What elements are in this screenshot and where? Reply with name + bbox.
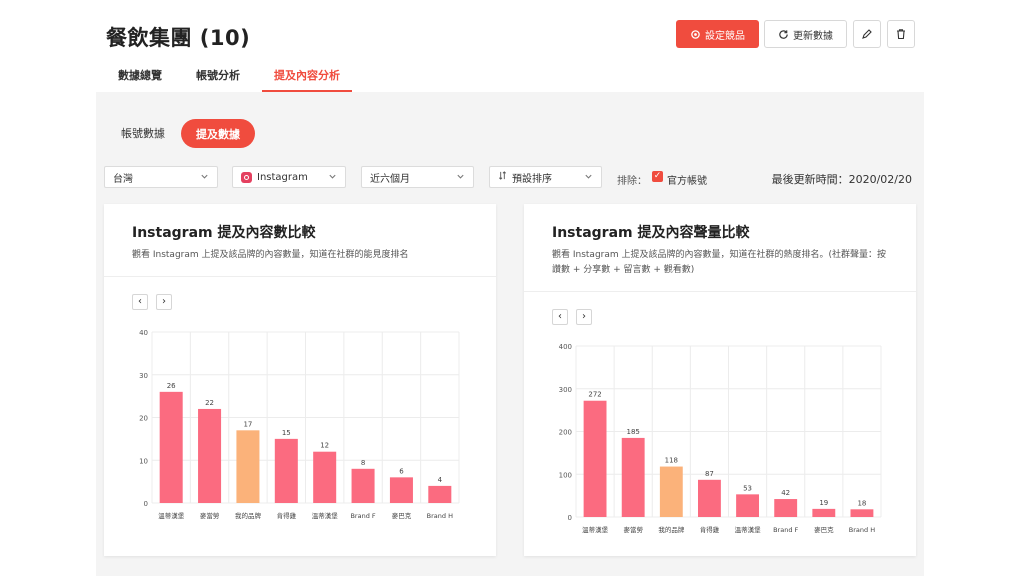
- data-label: 19: [819, 499, 828, 507]
- subtab-account-data[interactable]: 帳號數據: [121, 125, 165, 141]
- sort-icon: [498, 171, 507, 183]
- x-tick-label: Brand F: [350, 512, 375, 520]
- x-tick-label: 我的品牌: [658, 525, 685, 534]
- platform-select[interactable]: Instagram: [232, 166, 346, 188]
- platform-value: Instagram: [257, 171, 308, 183]
- tab-overview[interactable]: 數據總覽: [106, 60, 174, 92]
- y-tick-label: 40: [139, 329, 148, 337]
- x-tick-label: 溫蒂漢堡: [582, 525, 609, 534]
- data-label: 6: [399, 467, 404, 475]
- data-label: 87: [705, 470, 714, 478]
- data-label: 15: [282, 429, 291, 437]
- chevron-down-icon: [456, 172, 465, 184]
- chart-card-mention-count: Instagram 提及內容數比較 觀看 Instagram 上提及該品牌的內容…: [104, 204, 496, 556]
- bar: [698, 479, 721, 517]
- x-tick-label: 溫蒂漢堡: [158, 511, 185, 520]
- x-tick-label: 麥當勞: [200, 511, 220, 520]
- data-label: 4: [438, 476, 443, 484]
- data-label: 26: [167, 382, 176, 390]
- y-tick-label: 30: [139, 372, 148, 380]
- x-tick-label: 肯得雞: [700, 525, 720, 534]
- settings-competitors-label: 設定競品: [705, 30, 745, 42]
- bar: [850, 509, 874, 517]
- x-tick-label: 麥當勞: [623, 525, 643, 534]
- y-tick-label: 0: [144, 500, 148, 508]
- tab-account-analysis[interactable]: 帳號分析: [184, 60, 252, 92]
- bar: [812, 508, 836, 517]
- y-tick-label: 200: [559, 429, 572, 437]
- data-label: 118: [665, 457, 678, 465]
- main-tabs: 數據總覽 帳號分析 提及內容分析: [106, 60, 362, 92]
- x-tick-label: Brand H: [427, 512, 453, 520]
- data-label: 18: [857, 499, 866, 507]
- region-value: 台灣: [113, 173, 133, 185]
- bar: [428, 485, 452, 503]
- data-label: 53: [743, 484, 752, 492]
- bar: [621, 437, 645, 517]
- bar: [159, 391, 183, 503]
- sort-value: 預設排序: [512, 173, 552, 185]
- y-tick-label: 20: [139, 415, 148, 423]
- bar: [198, 408, 222, 503]
- bar: [736, 494, 759, 517]
- bar: [659, 466, 683, 517]
- bar: [389, 477, 413, 503]
- x-tick-label: 我的品牌: [235, 511, 262, 520]
- x-tick-label: 溫蒂漢堡: [735, 525, 762, 534]
- refresh-icon: [778, 29, 789, 40]
- data-label: 42: [781, 489, 790, 497]
- tab-mention-analysis[interactable]: 提及內容分析: [262, 60, 352, 92]
- delete-button[interactable]: [887, 20, 915, 48]
- bar: [351, 468, 375, 503]
- exclude-label: 排除：: [617, 176, 647, 187]
- bar: [274, 438, 298, 503]
- page-title: 餐飲集團 (10): [106, 26, 251, 50]
- instagram-icon: [241, 171, 252, 183]
- bar: [583, 400, 607, 517]
- bar-chart: 0 100 200 300 400 272 溫蒂漢堡 185 麥當勞 118 我的品牌 87 肯得雞 53…: [559, 343, 882, 534]
- y-tick-label: 10: [139, 457, 148, 465]
- x-tick-label: Brand F: [773, 526, 798, 534]
- data-label: 17: [243, 420, 252, 428]
- x-tick-label: Brand H: [849, 526, 875, 534]
- refresh-data-button[interactable]: 更新數據: [764, 20, 847, 48]
- chevron-down-icon: [328, 172, 337, 184]
- y-tick-label: 300: [559, 386, 572, 394]
- refresh-data-label: 更新數據: [793, 30, 833, 42]
- chevron-down-icon: [584, 172, 593, 184]
- y-tick-label: 100: [559, 471, 572, 479]
- x-tick-label: 麥巴克: [392, 511, 412, 520]
- data-label: 8: [361, 459, 365, 467]
- bar: [313, 451, 337, 503]
- official-accounts-checkbox[interactable]: ✓: [652, 171, 663, 182]
- settings-competitors-button[interactable]: 設定競品: [676, 20, 759, 48]
- bar-chart: 0 10 20 30 40 26 溫蒂漢堡 22 麥當勞 17 我的品牌 15 肯得雞 12 溫蒂漢堡 8 Br…: [139, 329, 460, 520]
- data-label: 272: [588, 391, 601, 399]
- data-label: 22: [205, 399, 214, 407]
- last-updated: 最後更新時間：2020/02/20: [771, 173, 912, 186]
- x-tick-label: 麥巴克: [814, 525, 834, 534]
- official-accounts-label: 官方帳號: [667, 176, 707, 187]
- bar: [236, 430, 260, 503]
- period-select[interactable]: 近六個月: [361, 166, 474, 188]
- period-value: 近六個月: [370, 173, 410, 185]
- data-label: 12: [320, 442, 329, 450]
- subtab-mention-data[interactable]: 提及數據: [181, 119, 255, 148]
- region-select[interactable]: 台灣: [104, 166, 218, 188]
- y-tick-label: 400: [559, 343, 572, 351]
- x-tick-label: 肯得雞: [277, 511, 297, 520]
- chevron-down-icon: [200, 172, 209, 184]
- chart-card-mention-volume: Instagram 提及內容聲量比較 觀看 Instagram 上提及該品牌的內…: [524, 204, 916, 556]
- bar: [774, 499, 798, 517]
- x-tick-label: 溫蒂漢堡: [312, 511, 339, 520]
- trash-icon: [895, 28, 907, 40]
- sort-select[interactable]: 預設排序: [489, 166, 602, 188]
- gear-icon: [690, 29, 701, 40]
- y-tick-label: 0: [568, 514, 572, 522]
- edit-button[interactable]: [853, 20, 881, 48]
- data-label: 185: [627, 428, 640, 436]
- pencil-icon: [861, 28, 873, 40]
